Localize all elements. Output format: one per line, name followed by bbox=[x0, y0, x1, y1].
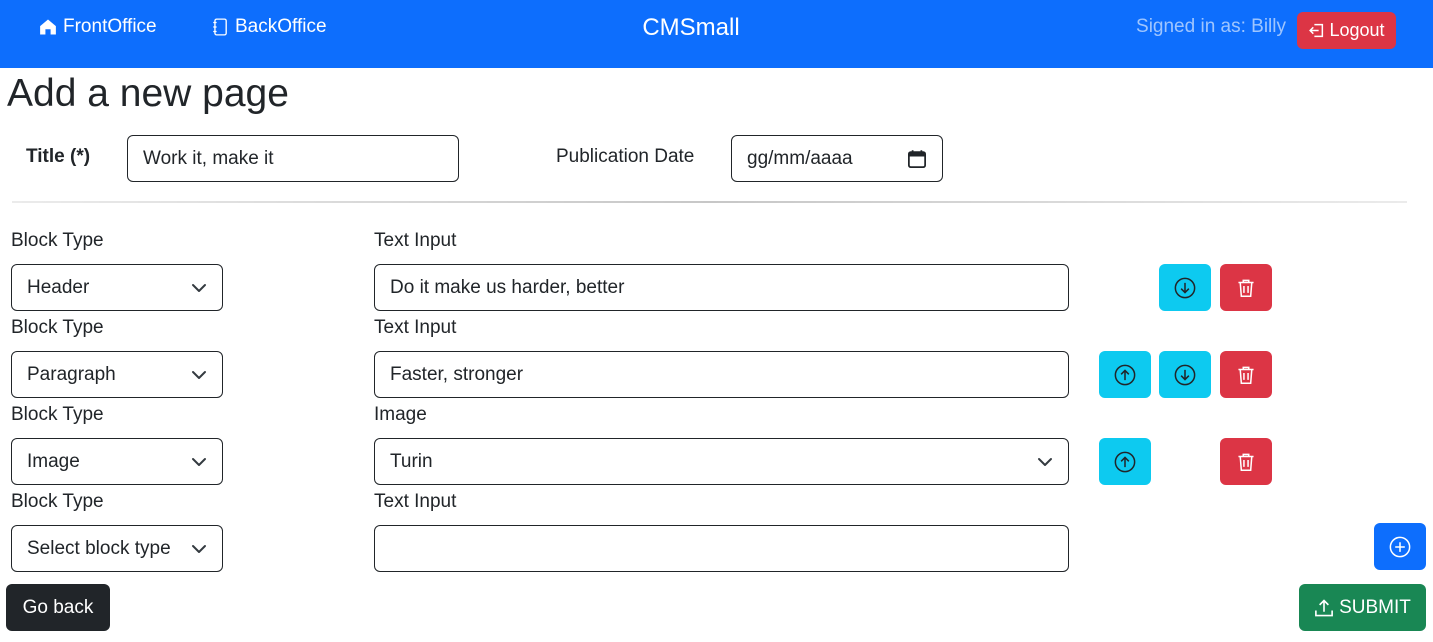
page-title: Add a new page bbox=[7, 72, 289, 115]
go-back-button[interactable]: Go back bbox=[6, 584, 110, 631]
move-up-button[interactable] bbox=[1099, 438, 1151, 485]
block-type-label: Block Type bbox=[11, 317, 104, 338]
arrow-up-circle-icon bbox=[1114, 451, 1136, 472]
chevron-down-icon bbox=[192, 370, 206, 379]
chevron-down-icon bbox=[1038, 457, 1052, 466]
chevron-down-icon bbox=[192, 544, 206, 553]
block-type-value: Image bbox=[27, 450, 80, 472]
arrow-down-circle-icon bbox=[1174, 277, 1196, 298]
block-type-value: Select block type bbox=[27, 537, 171, 559]
block-text-input[interactable] bbox=[374, 525, 1069, 572]
block-content-label: Image bbox=[374, 404, 427, 425]
move-down-button[interactable] bbox=[1159, 264, 1211, 311]
block-content-label: Text Input bbox=[374, 317, 457, 338]
block-type-label: Block Type bbox=[11, 404, 104, 425]
block-type-label: Block Type bbox=[11, 230, 104, 251]
logout-label: Logout bbox=[1329, 20, 1385, 40]
block-type-select[interactable]: Paragraph bbox=[11, 351, 223, 398]
chevron-down-icon bbox=[192, 457, 206, 466]
submit-button[interactable]: SUBMIT bbox=[1299, 584, 1426, 631]
move-down-button[interactable] bbox=[1159, 351, 1211, 398]
delete-block-button[interactable] bbox=[1220, 264, 1272, 311]
publication-date-input[interactable]: gg/mm/aaaa bbox=[731, 135, 943, 182]
delete-block-button[interactable] bbox=[1220, 351, 1272, 398]
block-type-select[interactable]: Image bbox=[11, 438, 223, 485]
block-text-input[interactable]: Faster, stronger bbox=[374, 351, 1069, 398]
logout-arrow-icon bbox=[1309, 23, 1324, 38]
arrow-up-circle-icon bbox=[1114, 364, 1136, 385]
publication-date-value: gg/mm/aaaa bbox=[747, 147, 853, 169]
block-type-label: Block Type bbox=[11, 491, 104, 512]
image-select[interactable]: Turin bbox=[374, 438, 1069, 485]
form-divider bbox=[12, 201, 1407, 203]
block-type-select[interactable]: Header bbox=[11, 264, 223, 311]
submit-label: SUBMIT bbox=[1339, 596, 1411, 618]
move-up-button[interactable] bbox=[1099, 351, 1151, 398]
calendar-icon[interactable] bbox=[907, 149, 927, 169]
plus-circle-icon bbox=[1389, 536, 1411, 557]
block-type-value: Header bbox=[27, 276, 90, 298]
block-type-select[interactable]: Select block type bbox=[11, 525, 223, 572]
arrow-down-circle-icon bbox=[1174, 364, 1196, 385]
upload-icon bbox=[1315, 598, 1334, 616]
title-input[interactable]: Work it, make it bbox=[127, 135, 459, 182]
signed-in-text: Signed in as: Billy bbox=[1136, 16, 1286, 37]
title-input-value: Work it, make it bbox=[143, 147, 274, 169]
block-content-label: Text Input bbox=[374, 491, 457, 512]
block-text-input[interactable]: Do it make us harder, better bbox=[374, 264, 1069, 311]
trash-icon bbox=[1238, 453, 1254, 471]
logout-button[interactable]: Logout bbox=[1297, 12, 1396, 49]
add-block-button[interactable] bbox=[1374, 523, 1426, 570]
block-text-value: Faster, stronger bbox=[390, 363, 524, 385]
block-type-value: Paragraph bbox=[27, 363, 116, 385]
delete-block-button[interactable] bbox=[1220, 438, 1272, 485]
title-label: Title (*) bbox=[26, 146, 91, 167]
publication-date-label: Publication Date bbox=[556, 146, 695, 167]
block-text-value: Do it make us harder, better bbox=[390, 276, 625, 298]
chevron-down-icon bbox=[192, 283, 206, 292]
trash-icon bbox=[1238, 279, 1254, 297]
navbar: FrontOffice BackOffice CMSmall Signed in… bbox=[0, 0, 1433, 68]
trash-icon bbox=[1238, 366, 1254, 384]
image-select-value: Turin bbox=[390, 450, 433, 472]
block-content-label: Text Input bbox=[374, 230, 457, 251]
